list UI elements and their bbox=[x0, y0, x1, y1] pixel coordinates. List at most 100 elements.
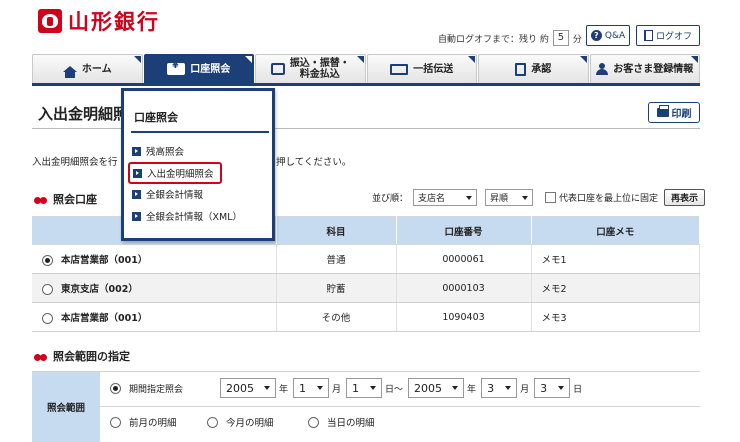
tab-transfer-label: 振込・振替・ 料金払込 bbox=[289, 58, 350, 80]
tab-customer-info[interactable]: お客さま登録情報 bbox=[589, 54, 700, 83]
accounts-heading-label: 照会口座 bbox=[53, 193, 97, 206]
tab-batch-transmission[interactable]: 一括伝送 bbox=[366, 54, 477, 83]
memo-cell: メモ3 bbox=[531, 302, 700, 332]
logoff-icon bbox=[643, 30, 653, 41]
range-tilde: 日〜 bbox=[385, 384, 404, 395]
tab-customer-info-label: お客さま登録情報 bbox=[613, 63, 694, 75]
qa-label: Q&A bbox=[604, 30, 626, 41]
to-month-select[interactable]: 3 bbox=[481, 378, 518, 398]
range-label: 照会範囲 bbox=[32, 372, 100, 442]
branch-name: 本店営業部（001） bbox=[61, 313, 148, 324]
tab-approval-label: 承認 bbox=[531, 63, 552, 75]
menu-item-label: 残高照会 bbox=[146, 147, 185, 158]
sort-order-select[interactable]: 昇順 bbox=[485, 189, 534, 206]
tab-approval[interactable]: 承認 bbox=[478, 54, 589, 83]
last-month-radio[interactable] bbox=[110, 416, 121, 428]
period-radio[interactable] bbox=[110, 382, 121, 394]
type-cell: 貯蓄 bbox=[276, 273, 397, 303]
yen-icon bbox=[167, 62, 186, 75]
page-description-tail: 押してください。 bbox=[276, 157, 352, 168]
approval-icon bbox=[515, 62, 527, 76]
table-row[interactable]: 本店営業部（001） その他 1090403 メモ3 bbox=[32, 302, 700, 332]
sort-key-value: 支店名 bbox=[418, 194, 446, 204]
redisplay-button[interactable]: 再表示 bbox=[664, 189, 706, 206]
menu-item-balance[interactable]: 残高照会 bbox=[132, 144, 184, 158]
arrow-bullet-icon bbox=[132, 146, 141, 156]
column-header-number: 口座番号 bbox=[396, 216, 532, 245]
today-radio[interactable] bbox=[308, 416, 319, 428]
table-row[interactable]: 本店営業部（001） 普通 0000061 メモ1 bbox=[32, 244, 700, 274]
arrow-bullet-icon bbox=[132, 189, 141, 199]
print-label: 印刷 bbox=[671, 109, 692, 120]
from-month-select[interactable]: 1 bbox=[293, 378, 330, 398]
tab-account-inquiry[interactable]: 口座照会 bbox=[143, 54, 254, 83]
this-month-radio[interactable] bbox=[207, 416, 218, 428]
range-section: 照会範囲 期間指定照会 2005 年 1 月 1 日〜 2005 年 3 月 3… bbox=[32, 371, 700, 442]
chevron-down-icon bbox=[466, 195, 473, 200]
branch-cell: 東京支店（002） bbox=[32, 273, 277, 303]
column-header-memo: 口座メモ bbox=[531, 216, 700, 245]
to-year-value: 2005 bbox=[414, 381, 443, 395]
chevron-down-icon bbox=[317, 386, 324, 390]
page-title: 入出金明細照 bbox=[38, 105, 129, 123]
year-unit: 年 bbox=[279, 384, 289, 395]
number-cell: 0000061 bbox=[396, 244, 532, 274]
sort-key-select[interactable]: 支店名 bbox=[413, 189, 478, 206]
tab-transfer[interactable]: 振込・振替・ 料金払込 bbox=[255, 54, 366, 83]
to-year-select[interactable]: 2005 bbox=[408, 378, 465, 398]
account-radio[interactable] bbox=[42, 313, 53, 324]
chevron-down-icon bbox=[522, 195, 529, 200]
tab-home[interactable]: ホーム bbox=[32, 54, 143, 83]
month-unit: 月 bbox=[332, 384, 342, 395]
auto-logoff-timer: 自動ログオフまで：残り 約 5 分 bbox=[438, 30, 582, 46]
type-cell: その他 bbox=[276, 302, 397, 332]
quick-range-row: 前月の明細 今月の明細 当日の明細 bbox=[110, 415, 375, 429]
from-month-value: 1 bbox=[299, 381, 307, 395]
day-unit: 日 bbox=[573, 384, 583, 395]
memo-cell: メモ2 bbox=[531, 273, 700, 303]
menu-item-label: 入出金明細照会 bbox=[147, 169, 214, 180]
page-description: 入出金明細照会を行 bbox=[32, 157, 118, 168]
tab-corner-icon bbox=[133, 56, 141, 63]
table-row[interactable]: 東京支店（002） 貯蓄 0000103 メモ2 bbox=[32, 273, 700, 303]
menu-divider bbox=[131, 131, 269, 133]
menu-item-zengin[interactable]: 全銀会計情報 bbox=[132, 187, 203, 201]
fix-primary-checkbox[interactable] bbox=[545, 192, 557, 203]
bank-logo: 山形銀行 bbox=[38, 6, 160, 36]
logoff-label: ログオフ bbox=[655, 32, 692, 42]
arrow-bullet-icon bbox=[132, 211, 141, 221]
tab-home-label: ホーム bbox=[81, 63, 112, 75]
home-icon bbox=[62, 66, 77, 78]
menu-item-transactions[interactable]: 入出金明細照会 bbox=[128, 162, 222, 184]
menu-item-label: 全銀会計情報（XML） bbox=[146, 212, 242, 223]
from-year-select[interactable]: 2005 bbox=[220, 378, 276, 398]
tab-corner-icon bbox=[691, 56, 698, 63]
accounts-heading: 照会口座 bbox=[34, 191, 97, 207]
fix-primary-label: 代表口座を最上位に固定 bbox=[559, 194, 659, 204]
printer-icon bbox=[656, 105, 669, 117]
qa-button[interactable]: ? Q&A bbox=[586, 25, 630, 46]
arrow-bullet-icon bbox=[133, 168, 142, 178]
memo-cell: メモ1 bbox=[531, 244, 700, 274]
year-unit: 年 bbox=[467, 384, 477, 395]
cherry-icon bbox=[34, 194, 48, 204]
type-cell: 普通 bbox=[276, 244, 397, 274]
to-day-select[interactable]: 3 bbox=[534, 378, 571, 398]
user-icon bbox=[596, 63, 609, 75]
account-radio[interactable] bbox=[42, 255, 53, 266]
cherry-icon bbox=[34, 351, 48, 361]
bank-logo-icon bbox=[38, 9, 62, 33]
sort-order-value: 昇順 bbox=[490, 194, 509, 204]
chevron-down-icon bbox=[505, 386, 512, 390]
tab-corner-icon bbox=[245, 56, 252, 63]
logoff-button[interactable]: ログオフ bbox=[636, 25, 700, 46]
bank-name: 山形銀行 bbox=[68, 10, 160, 34]
chevron-down-icon bbox=[558, 386, 565, 390]
last-month-label: 前月の明細 bbox=[129, 418, 177, 429]
from-day-select[interactable]: 1 bbox=[346, 378, 383, 398]
account-radio[interactable] bbox=[42, 284, 53, 295]
menu-item-zengin-xml[interactable]: 全銀会計情報（XML） bbox=[132, 209, 242, 223]
print-button[interactable]: 印刷 bbox=[648, 102, 700, 123]
period-range-row: 期間指定照会 2005 年 1 月 1 日〜 2005 年 3 月 3 日 bbox=[110, 378, 584, 398]
number-cell: 1090403 bbox=[396, 302, 532, 332]
